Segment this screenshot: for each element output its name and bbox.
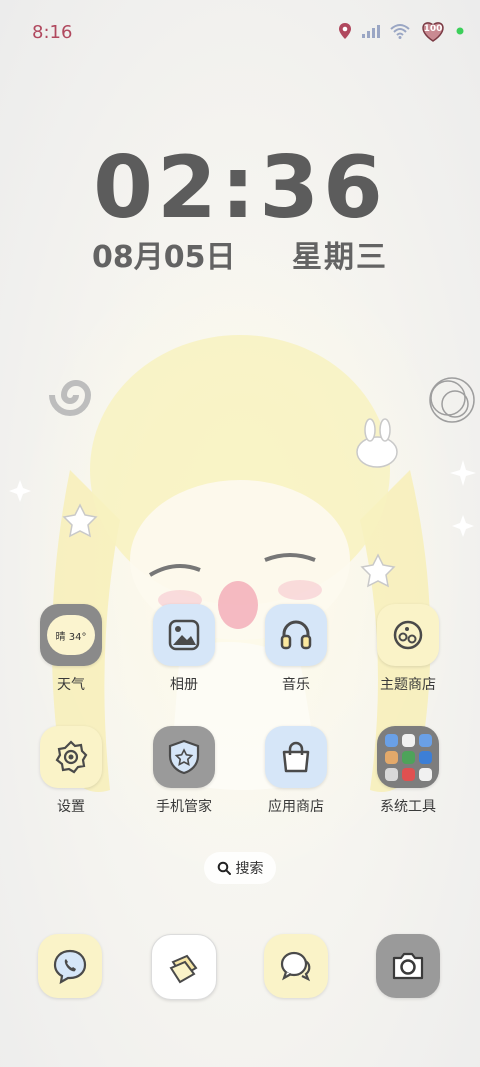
folder-system-tools[interactable]: 系统工具 (360, 726, 456, 816)
app-store-icon (265, 726, 327, 788)
app-settings[interactable]: 设置 (23, 726, 119, 816)
search-label: 搜索 (235, 861, 264, 877)
phone-icon (38, 934, 102, 998)
app-app-store[interactable]: 应用商店 (248, 726, 344, 816)
search-button[interactable]: 搜索 (204, 852, 276, 884)
dock-camera[interactable] (360, 934, 456, 998)
battery-heart-icon: 100 (420, 20, 446, 42)
status-bar: 8:16 100 (0, 0, 480, 68)
app-label: 主题商店 (380, 677, 436, 693)
weather-icon: 晴 34° (40, 604, 102, 666)
app-label: 设置 (57, 799, 85, 815)
settings-icon (40, 726, 102, 788)
messages-icon (264, 934, 328, 998)
signal-icon (362, 25, 380, 38)
app-phone-manager[interactable]: 手机管家 (136, 726, 232, 816)
app-gallery[interactable]: 相册 (136, 604, 232, 694)
system-tools-folder-icon (377, 726, 439, 788)
headphones-icon (265, 604, 327, 666)
theme-store-icon (377, 604, 439, 666)
dock-messages[interactable] (248, 934, 344, 998)
app-label: 天气 (57, 677, 85, 693)
clock-time: 02:36 (93, 138, 387, 238)
battery-level: 100 (423, 24, 443, 34)
app-weather[interactable]: 晴 34° 天气 (23, 604, 119, 694)
gallery-icon (153, 604, 215, 666)
phone-manager-icon (153, 726, 215, 788)
dock-phone[interactable] (22, 934, 118, 998)
dock-notes[interactable] (136, 934, 232, 1000)
app-label: 相册 (170, 677, 198, 693)
app-label: 音乐 (282, 677, 310, 693)
app-theme-store[interactable]: 主题商店 (360, 604, 456, 694)
search-icon (217, 861, 231, 875)
clock-weekday: 星期三 (292, 240, 388, 275)
clock-date: 08月05日 (92, 240, 236, 275)
status-time: 8:16 (32, 22, 73, 43)
notes-icon (151, 934, 217, 1000)
weather-label: 晴 34° (47, 615, 95, 655)
app-label: 系统工具 (380, 799, 436, 815)
location-pin-icon (339, 23, 351, 39)
app-label: 应用商店 (268, 799, 324, 815)
green-dot-icon (456, 27, 464, 35)
camera-icon (376, 934, 440, 998)
app-music[interactable]: 音乐 (248, 604, 344, 694)
app-label: 手机管家 (156, 799, 212, 815)
wifi-icon (390, 24, 410, 39)
